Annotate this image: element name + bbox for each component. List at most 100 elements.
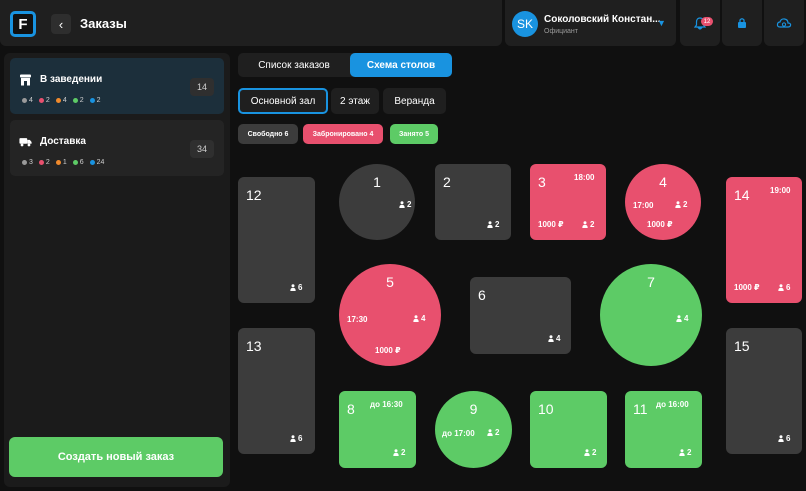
person-icon [393, 449, 399, 456]
stat-red: 2 [38, 97, 50, 104]
status-dot [38, 98, 44, 103]
table-15[interactable]: 15 6 [726, 328, 802, 454]
stat-green: 2 [72, 97, 84, 104]
seat-count: 2 [590, 220, 595, 229]
chevron-left-icon: ‹ [58, 16, 64, 32]
status-dot [22, 160, 27, 165]
legend-booked: Забронировано 4 [303, 124, 383, 144]
person-icon [778, 284, 784, 291]
stat-value: 3 [29, 159, 33, 166]
stat-green: 6 [72, 159, 84, 166]
table-5[interactable]: 5 17:30 1000 ₽ 4 [339, 264, 441, 366]
table-6[interactable]: 64 [470, 277, 571, 354]
table-seats: 6 [290, 434, 302, 443]
table-seats: 2 [487, 220, 499, 229]
table-1[interactable]: 12 [339, 164, 415, 240]
order-count-badge: 14 [190, 78, 214, 96]
table-number: 7 [647, 274, 655, 290]
table-number: 8 [347, 401, 355, 417]
seat-count: 6 [786, 434, 791, 443]
table-number: 6 [478, 287, 486, 303]
avatar: SK [512, 11, 538, 37]
user-role: Официант [544, 28, 578, 35]
table-price: 1000 ₽ [647, 220, 673, 229]
order-category-title: Доставка [40, 136, 86, 147]
hall-tab-veranda[interactable]: Веранда [383, 88, 446, 114]
person-icon [487, 429, 493, 436]
table-13[interactable]: 13 6 [238, 328, 315, 454]
table-price: 1000 ₽ [538, 220, 564, 229]
status-dot [89, 160, 95, 165]
table-14[interactable]: 14 19:00 1000 ₽ 6 [726, 177, 802, 303]
table-time: 18:00 [574, 173, 595, 182]
seat-count: 2 [407, 200, 412, 209]
legend-free: Свободно 6 [238, 124, 298, 144]
status-dot [55, 160, 61, 165]
seat-count: 2 [401, 448, 406, 457]
cloud-sync-button[interactable] [764, 0, 804, 46]
table-2[interactable]: 22 [435, 164, 511, 240]
stat-blue: 2 [89, 97, 101, 104]
table-number: 15 [734, 338, 750, 354]
notifications-button[interactable]: 12 [680, 0, 720, 46]
hall-tab-second-floor[interactable]: 2 этаж [331, 88, 379, 114]
table-seats: 2 [582, 220, 594, 229]
create-order-button[interactable]: Создать новый заказ [9, 437, 223, 477]
table-11[interactable]: 11 до 16:00 2 [625, 391, 702, 468]
order-category-in-house[interactable]: В заведении 14 4 2 4 2 2 [10, 58, 224, 114]
table-10[interactable]: 10 2 [530, 391, 607, 468]
status-dot [22, 98, 27, 103]
stat-red: 2 [38, 159, 50, 166]
app-logo[interactable]: F [10, 11, 36, 37]
order-category-delivery[interactable]: Доставка 34 3 2 1 6 24 [10, 120, 224, 176]
truck-icon [19, 138, 32, 147]
notification-badge: 12 [701, 17, 713, 26]
table-12[interactable]: 12 6 [238, 177, 315, 303]
table-seats: 6 [290, 283, 302, 292]
stat-gray: 3 [22, 159, 33, 166]
stat-blue: 24 [89, 159, 105, 166]
table-8[interactable]: 8 до 16:30 2 [339, 391, 416, 468]
status-stats: 4 2 4 2 2 [22, 97, 101, 104]
lock-icon [738, 18, 746, 28]
table-seats: 2 [399, 200, 411, 209]
seat-count: 4 [684, 314, 689, 323]
lock-button[interactable] [722, 0, 762, 46]
table-4[interactable]: 4 17:00 1000 ₽ 2 [625, 164, 701, 240]
table-time: до 16:30 [370, 400, 403, 409]
chevron-down-icon: ▼ [657, 18, 666, 28]
page-title: Заказы [80, 16, 127, 31]
stat-value: 2 [79, 97, 84, 104]
stat-value: 2 [96, 97, 101, 104]
table-seats: 2 [679, 448, 691, 457]
legend-occupied: Занято 5 [390, 124, 438, 144]
status-dot [38, 160, 44, 165]
store-icon [20, 74, 31, 86]
top-bar: F ‹ Заказы SK Соколовский Констан... Офи… [0, 0, 806, 48]
table-seats: 2 [675, 200, 687, 209]
table-7[interactable]: 74 [600, 264, 702, 366]
table-seats: 4 [548, 334, 560, 343]
order-category-title: В заведении [40, 74, 103, 85]
seat-count: 6 [298, 434, 303, 443]
stat-value: 24 [96, 159, 105, 166]
table-number: 5 [386, 274, 394, 290]
table-number: 11 [633, 401, 648, 417]
person-icon [675, 201, 681, 208]
seat-count: 2 [687, 448, 692, 457]
table-number: 14 [734, 187, 750, 203]
tab-orders-list[interactable]: Список заказов [238, 53, 350, 77]
back-button[interactable]: ‹ [51, 14, 71, 34]
seat-count: 2 [495, 220, 500, 229]
table-seats: 4 [413, 314, 425, 323]
tab-table-map[interactable]: Схема столов [350, 53, 452, 77]
table-number: 4 [659, 174, 667, 190]
table-time: 17:30 [347, 315, 368, 324]
table-3[interactable]: 3 18:00 1000 ₽ 2 [530, 164, 606, 240]
status-dot [72, 160, 78, 165]
user-menu[interactable]: SK Соколовский Констан... Официант ▼ [505, 0, 676, 46]
hall-tab-main[interactable]: Основной зал [238, 88, 328, 114]
table-9[interactable]: 9 до 17:00 2 [435, 391, 512, 468]
table-number: 3 [538, 174, 546, 190]
person-icon [584, 449, 590, 456]
